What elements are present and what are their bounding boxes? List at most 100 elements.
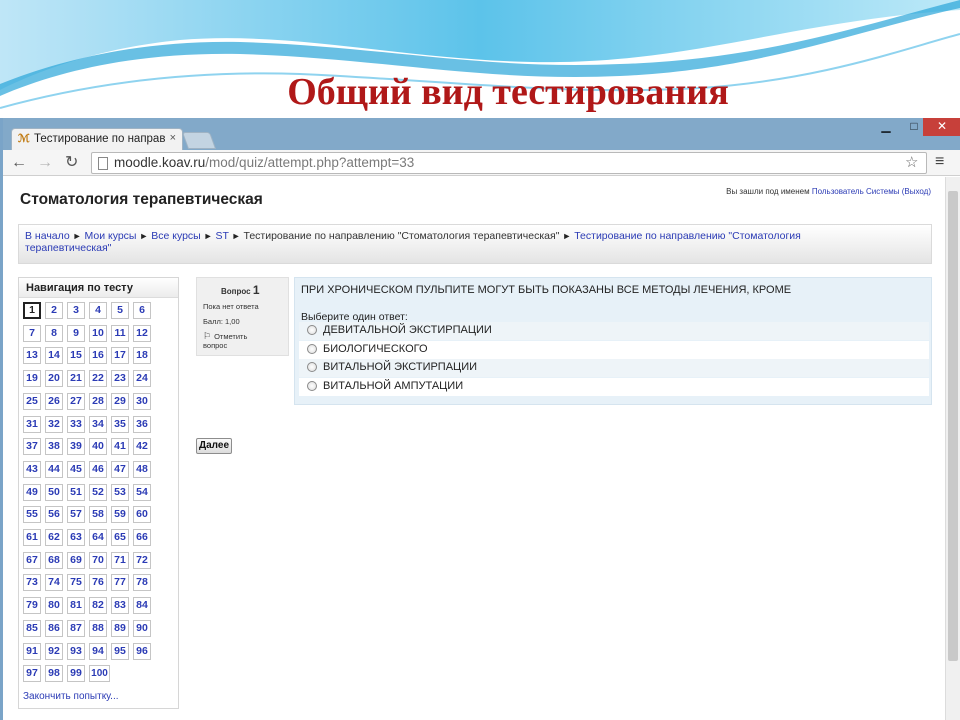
tab-close-icon[interactable]: × xyxy=(170,132,176,144)
question-nav-button[interactable]: 27 xyxy=(67,392,85,410)
question-nav-button[interactable]: 95 xyxy=(111,642,129,660)
question-nav-button[interactable]: 68 xyxy=(45,551,63,569)
scrollbar-thumb[interactable] xyxy=(948,191,958,661)
question-nav-button[interactable]: 49 xyxy=(23,483,41,501)
question-nav-button[interactable]: 83 xyxy=(111,597,129,615)
question-nav-button[interactable]: 52 xyxy=(89,483,107,501)
question-nav-button[interactable]: 79 xyxy=(23,597,41,615)
question-nav-button[interactable]: 31 xyxy=(23,415,41,433)
question-nav-button[interactable]: 74 xyxy=(45,574,63,592)
question-nav-button[interactable]: 65 xyxy=(111,529,129,546)
question-nav-button[interactable]: 87 xyxy=(67,619,85,637)
address-bar[interactable]: moodle.koav.ru/mod/quiz/attempt.php?atte… xyxy=(91,152,927,174)
question-nav-button[interactable]: 22 xyxy=(89,370,107,388)
question-nav-button[interactable]: 35 xyxy=(111,415,129,433)
question-nav-button[interactable]: 98 xyxy=(45,665,63,683)
question-nav-button[interactable]: 42 xyxy=(133,438,151,456)
question-nav-button[interactable]: 63 xyxy=(67,529,85,546)
answer-option[interactable]: ВИТАЛЬНОЙ АМПУТАЦИИ xyxy=(299,377,929,396)
question-nav-button[interactable]: 1 xyxy=(23,302,41,319)
question-nav-button[interactable]: 58 xyxy=(89,506,107,524)
question-nav-button[interactable]: 76 xyxy=(89,574,107,592)
question-nav-button[interactable]: 19 xyxy=(23,370,41,388)
question-nav-button[interactable]: 3 xyxy=(67,302,85,319)
question-nav-button[interactable]: 46 xyxy=(89,460,107,478)
question-nav-button[interactable]: 96 xyxy=(133,642,151,660)
question-nav-button[interactable]: 16 xyxy=(89,347,107,365)
question-nav-button[interactable]: 36 xyxy=(133,415,151,433)
question-nav-button[interactable]: 47 xyxy=(111,460,129,478)
question-nav-button[interactable]: 77 xyxy=(111,574,129,592)
question-nav-button[interactable]: 50 xyxy=(45,483,63,501)
question-nav-button[interactable]: 28 xyxy=(89,392,107,410)
question-nav-button[interactable]: 17 xyxy=(111,347,129,365)
question-nav-button[interactable]: 90 xyxy=(133,619,151,637)
breadcrumb-all-courses[interactable]: Все курсы xyxy=(151,230,201,242)
question-nav-button[interactable]: 14 xyxy=(45,347,63,365)
question-nav-button[interactable]: 100 xyxy=(89,665,110,683)
user-profile-link[interactable]: Пользователь Системы xyxy=(812,187,900,196)
question-nav-button[interactable]: 66 xyxy=(133,529,151,546)
question-nav-button[interactable]: 13 xyxy=(23,347,41,365)
question-nav-button[interactable]: 6 xyxy=(133,302,151,319)
radio-button[interactable] xyxy=(307,380,317,391)
question-nav-button[interactable]: 72 xyxy=(133,551,151,569)
question-nav-button[interactable]: 60 xyxy=(133,506,151,524)
radio-button[interactable] xyxy=(307,325,317,335)
minimize-button[interactable]: ▁ xyxy=(871,118,901,136)
browser-tab[interactable]: ℳ Тестирование по направ × xyxy=(11,128,183,150)
question-nav-button[interactable]: 93 xyxy=(67,642,85,660)
question-nav-button[interactable]: 54 xyxy=(133,483,151,501)
question-nav-button[interactable]: 33 xyxy=(67,415,85,433)
question-nav-button[interactable]: 25 xyxy=(23,392,41,410)
answer-option[interactable]: ВИТАЛЬНОЙ ЭКСТИРПАЦИИ xyxy=(299,359,929,377)
question-nav-button[interactable]: 43 xyxy=(23,460,41,478)
question-nav-button[interactable]: 81 xyxy=(67,597,85,615)
question-nav-button[interactable]: 91 xyxy=(23,642,41,660)
question-nav-button[interactable]: 48 xyxy=(133,460,151,478)
question-nav-button[interactable]: 40 xyxy=(89,438,107,456)
new-tab-button[interactable] xyxy=(181,132,217,149)
question-nav-button[interactable]: 94 xyxy=(89,642,107,660)
question-nav-button[interactable]: 82 xyxy=(89,597,107,615)
question-nav-button[interactable]: 84 xyxy=(133,597,151,615)
flag-question-button[interactable]: ⚐ Отметить вопрос xyxy=(203,332,247,351)
question-nav-button[interactable]: 92 xyxy=(45,642,63,660)
question-nav-button[interactable]: 11 xyxy=(111,324,129,342)
question-nav-button[interactable]: 38 xyxy=(45,438,63,456)
question-nav-button[interactable]: 70 xyxy=(89,551,107,569)
question-nav-button[interactable]: 9 xyxy=(67,324,85,342)
question-nav-button[interactable]: 89 xyxy=(111,619,129,637)
answer-option[interactable]: БИОЛОГИЧЕСКОГО xyxy=(299,340,929,359)
question-nav-button[interactable]: 37 xyxy=(23,438,41,456)
vertical-scrollbar[interactable] xyxy=(945,177,960,720)
question-nav-button[interactable]: 57 xyxy=(67,506,85,524)
question-nav-button[interactable]: 99 xyxy=(67,665,85,683)
answer-option[interactable]: ДЕВИТАЛЬНОЙ ЭКСТИРПАЦИИ xyxy=(299,322,929,340)
question-nav-button[interactable]: 7 xyxy=(23,324,41,342)
question-nav-button[interactable]: 20 xyxy=(45,370,63,388)
question-nav-button[interactable]: 15 xyxy=(67,347,85,365)
question-nav-button[interactable]: 32 xyxy=(45,415,63,433)
question-nav-button[interactable]: 64 xyxy=(89,529,107,546)
close-window-button[interactable]: ✕ xyxy=(923,118,960,136)
question-nav-button[interactable]: 21 xyxy=(67,370,85,388)
question-nav-button[interactable]: 61 xyxy=(23,529,41,546)
forward-arrow-icon[interactable]: → xyxy=(37,153,53,173)
radio-button[interactable] xyxy=(307,343,317,354)
question-nav-button[interactable]: 23 xyxy=(111,370,129,388)
question-nav-button[interactable]: 4 xyxy=(89,302,107,319)
question-nav-button[interactable]: 45 xyxy=(67,460,85,478)
reload-icon[interactable]: ↻ xyxy=(65,153,78,173)
back-arrow-icon[interactable]: ← xyxy=(11,153,27,173)
question-nav-button[interactable]: 59 xyxy=(111,506,129,524)
question-nav-button[interactable]: 18 xyxy=(133,347,151,365)
bookmark-star-icon[interactable]: ☆ xyxy=(905,153,918,171)
radio-button[interactable] xyxy=(307,362,317,372)
question-nav-button[interactable]: 62 xyxy=(45,529,63,546)
question-nav-button[interactable]: 12 xyxy=(133,324,151,342)
question-nav-button[interactable]: 80 xyxy=(45,597,63,615)
question-nav-button[interactable]: 29 xyxy=(111,392,129,410)
question-nav-button[interactable]: 71 xyxy=(111,551,129,569)
question-nav-button[interactable]: 53 xyxy=(111,483,129,501)
